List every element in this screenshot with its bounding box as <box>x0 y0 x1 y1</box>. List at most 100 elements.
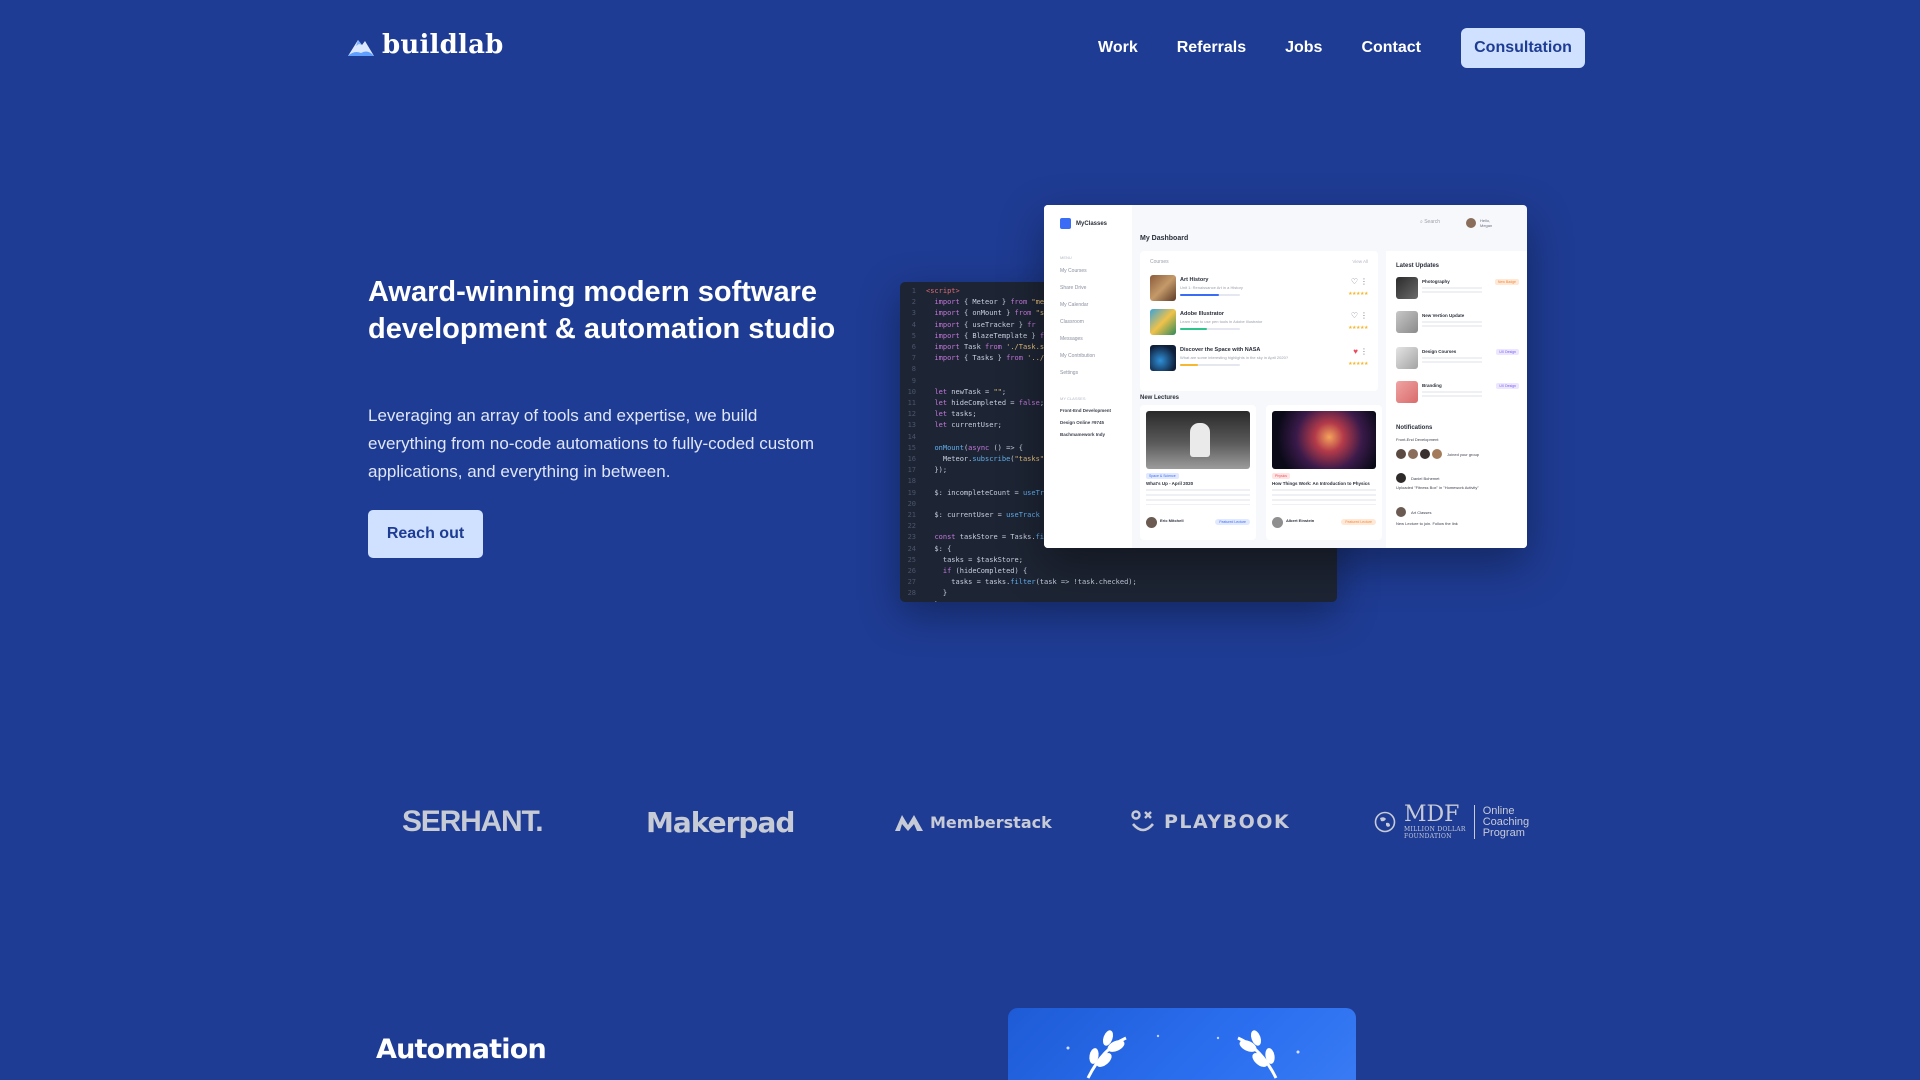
lecture-author: Albert Einstein <box>1286 518 1315 523</box>
memberstack-wordmark: Memberstack <box>930 812 1052 832</box>
dashboard-avatar <box>1466 218 1476 228</box>
mdf-divider <box>1473 805 1475 839</box>
lecture-card: Space & Science What's Up - April 2020 E… <box>1140 405 1256 540</box>
courses-view-all: View All <box>1352 259 1368 264</box>
update-name: Design Courses <box>1422 349 1457 354</box>
hero-title: Award-winning modern software developmen… <box>368 276 836 345</box>
notification-text: New Lecture to join. Follow the link <box>1396 521 1458 526</box>
member-avatar <box>1408 449 1418 459</box>
mdf-program-line: Program <box>1482 826 1525 839</box>
mdf-sub-line: FOUNDATION <box>1404 832 1452 840</box>
notification-item: Daniel Bohemet <box>1396 473 1439 483</box>
course-row: Adobe Illustrator Learn how to use pen t… <box>1150 309 1370 337</box>
mdf-program-line: Coaching <box>1482 815 1530 828</box>
hero-description: Leveraging an array of tools and experti… <box>368 406 815 481</box>
lecture-description <box>1272 489 1376 505</box>
update-row: Design Courses UX Design <box>1396 347 1521 373</box>
automation-award-card <box>1008 1008 1356 1080</box>
laurel-icon <box>1066 1030 1300 1079</box>
globe-icon <box>1374 811 1396 833</box>
reach-out-button[interactable]: Reach out <box>368 510 483 558</box>
dashboard-user: Hello, Megan <box>1480 218 1492 228</box>
lecture-name: How Things Work: An Introduction to Phys… <box>1272 481 1370 486</box>
memberstack-mark-icon <box>895 815 923 831</box>
dashboard-brand: MyClasses <box>1060 218 1107 229</box>
dashboard-sidebar-menu: MENU My Courses Share Drive My Calendar … <box>1060 253 1095 382</box>
notifications-title: Notifications <box>1396 425 1433 431</box>
lecture-image-galaxy <box>1272 411 1376 469</box>
memberstack-logo: Memberstack <box>894 800 1052 844</box>
update-description <box>1422 321 1482 329</box>
automation-title: Automation <box>376 1034 547 1065</box>
playbook-mark-icon <box>1131 810 1154 832</box>
notification-text: Daniel Bohemet <box>1411 475 1440 481</box>
brand-logo[interactable]: buildlab <box>346 30 504 60</box>
course-progress <box>1180 328 1240 330</box>
update-tag: UX Design <box>1496 349 1519 355</box>
sidebar-item: Messages <box>1060 336 1083 342</box>
notification-item: Art Classes <box>1396 507 1431 517</box>
course-name: Adobe Illustrator <box>1180 311 1225 317</box>
dashboard-screenshot: MyClasses MENU My Courses Share Drive My… <box>1044 205 1527 548</box>
nav-referrals[interactable]: Referrals <box>1177 39 1246 57</box>
notification-item: Joined your group <box>1396 449 1479 459</box>
notification-text: Art Classes <box>1411 509 1432 515</box>
rating-stars: ★★★★★ <box>1348 361 1368 367</box>
member-avatar <box>1396 449 1406 459</box>
update-thumbnail <box>1396 311 1418 333</box>
nav-contact[interactable]: Contact <box>1361 39 1421 57</box>
course-thumbnail <box>1150 345 1176 371</box>
update-description <box>1422 357 1482 365</box>
consultation-button[interactable]: Consultation <box>1461 28 1585 68</box>
update-thumbnail <box>1396 347 1418 369</box>
heart-icon: ♡ <box>1350 311 1358 320</box>
dashboard-title: My Dashboard <box>1140 235 1189 242</box>
courses-card: Courses View All Art History Unit 1: Ren… <box>1140 251 1378 391</box>
sidebar-item: My Calendar <box>1060 302 1089 308</box>
sidebar-class-item: Front-End Development <box>1060 408 1112 413</box>
playbook-logo: PLAYBOOK <box>1130 800 1290 844</box>
update-tag: UX Design <box>1496 383 1519 389</box>
rating-stars: ★★★★★ <box>1348 291 1368 297</box>
notification-text: Front-End Development <box>1396 437 1439 442</box>
update-thumbnail <box>1396 277 1418 299</box>
site-header: buildlab Work Referrals Jobs Contact Con… <box>0 0 1920 96</box>
lecture-author-avatar <box>1146 517 1157 528</box>
makerpad-logo: Makerpad <box>646 805 795 839</box>
main-nav: Work Referrals Jobs Contact Consultation <box>1098 28 1585 68</box>
update-name: New Vertion Update <box>1422 313 1465 318</box>
member-avatar <box>1420 449 1430 459</box>
lecture-name: What's Up - April 2020 <box>1146 481 1194 486</box>
mdf-sub-line: MILLION DOLLAR <box>1404 825 1466 833</box>
course-description: Learn how to use pen tools in Adobe Illu… <box>1180 319 1263 324</box>
course-progress-fill <box>1180 328 1207 330</box>
course-progress <box>1180 294 1240 296</box>
course-row: Discover the Space with NASA What are so… <box>1150 345 1370 373</box>
myclasses-logo-icon <box>1060 218 1071 229</box>
sidebar-class-item: Bachmamework Indy <box>1060 432 1106 437</box>
update-description <box>1422 287 1482 295</box>
update-tag: New Badge <box>1494 279 1519 285</box>
notification-item: New Lecture to join. Follow the link <box>1396 521 1458 526</box>
mdf-program-line: Online <box>1482 804 1515 817</box>
sidebar-group-label: MENU <box>1060 255 1072 260</box>
playbook-wordmark: PLAYBOOK <box>1164 811 1291 833</box>
nav-jobs[interactable]: Jobs <box>1285 39 1322 57</box>
update-name: Photography <box>1422 279 1450 284</box>
lecture-tag: Physics <box>1272 473 1291 479</box>
nav-work[interactable]: Work <box>1098 39 1138 57</box>
lecture-card: Physics How Things Work: An Introduction… <box>1266 405 1382 540</box>
sidebar-item: Settings <box>1060 370 1079 376</box>
lecture-author: Eric Mitchell <box>1160 518 1184 523</box>
member-avatar <box>1432 449 1442 459</box>
sidebar-class-item: Design Online #9745 <box>1060 420 1105 425</box>
heart-filled-icon: ♥ <box>1353 347 1358 356</box>
lecture-tag: Space & Science <box>1146 473 1179 479</box>
mdf-mark: MDF <box>1404 801 1460 827</box>
notification-item: Front-End Development <box>1396 437 1438 442</box>
sidebar-item: My Courses <box>1060 268 1087 274</box>
update-row: New Vertion Update <box>1396 311 1521 337</box>
course-progress-fill <box>1180 294 1219 296</box>
sidebar-item: My Contribution <box>1060 353 1096 359</box>
serhant-logo: SERHANT. <box>402 805 544 838</box>
